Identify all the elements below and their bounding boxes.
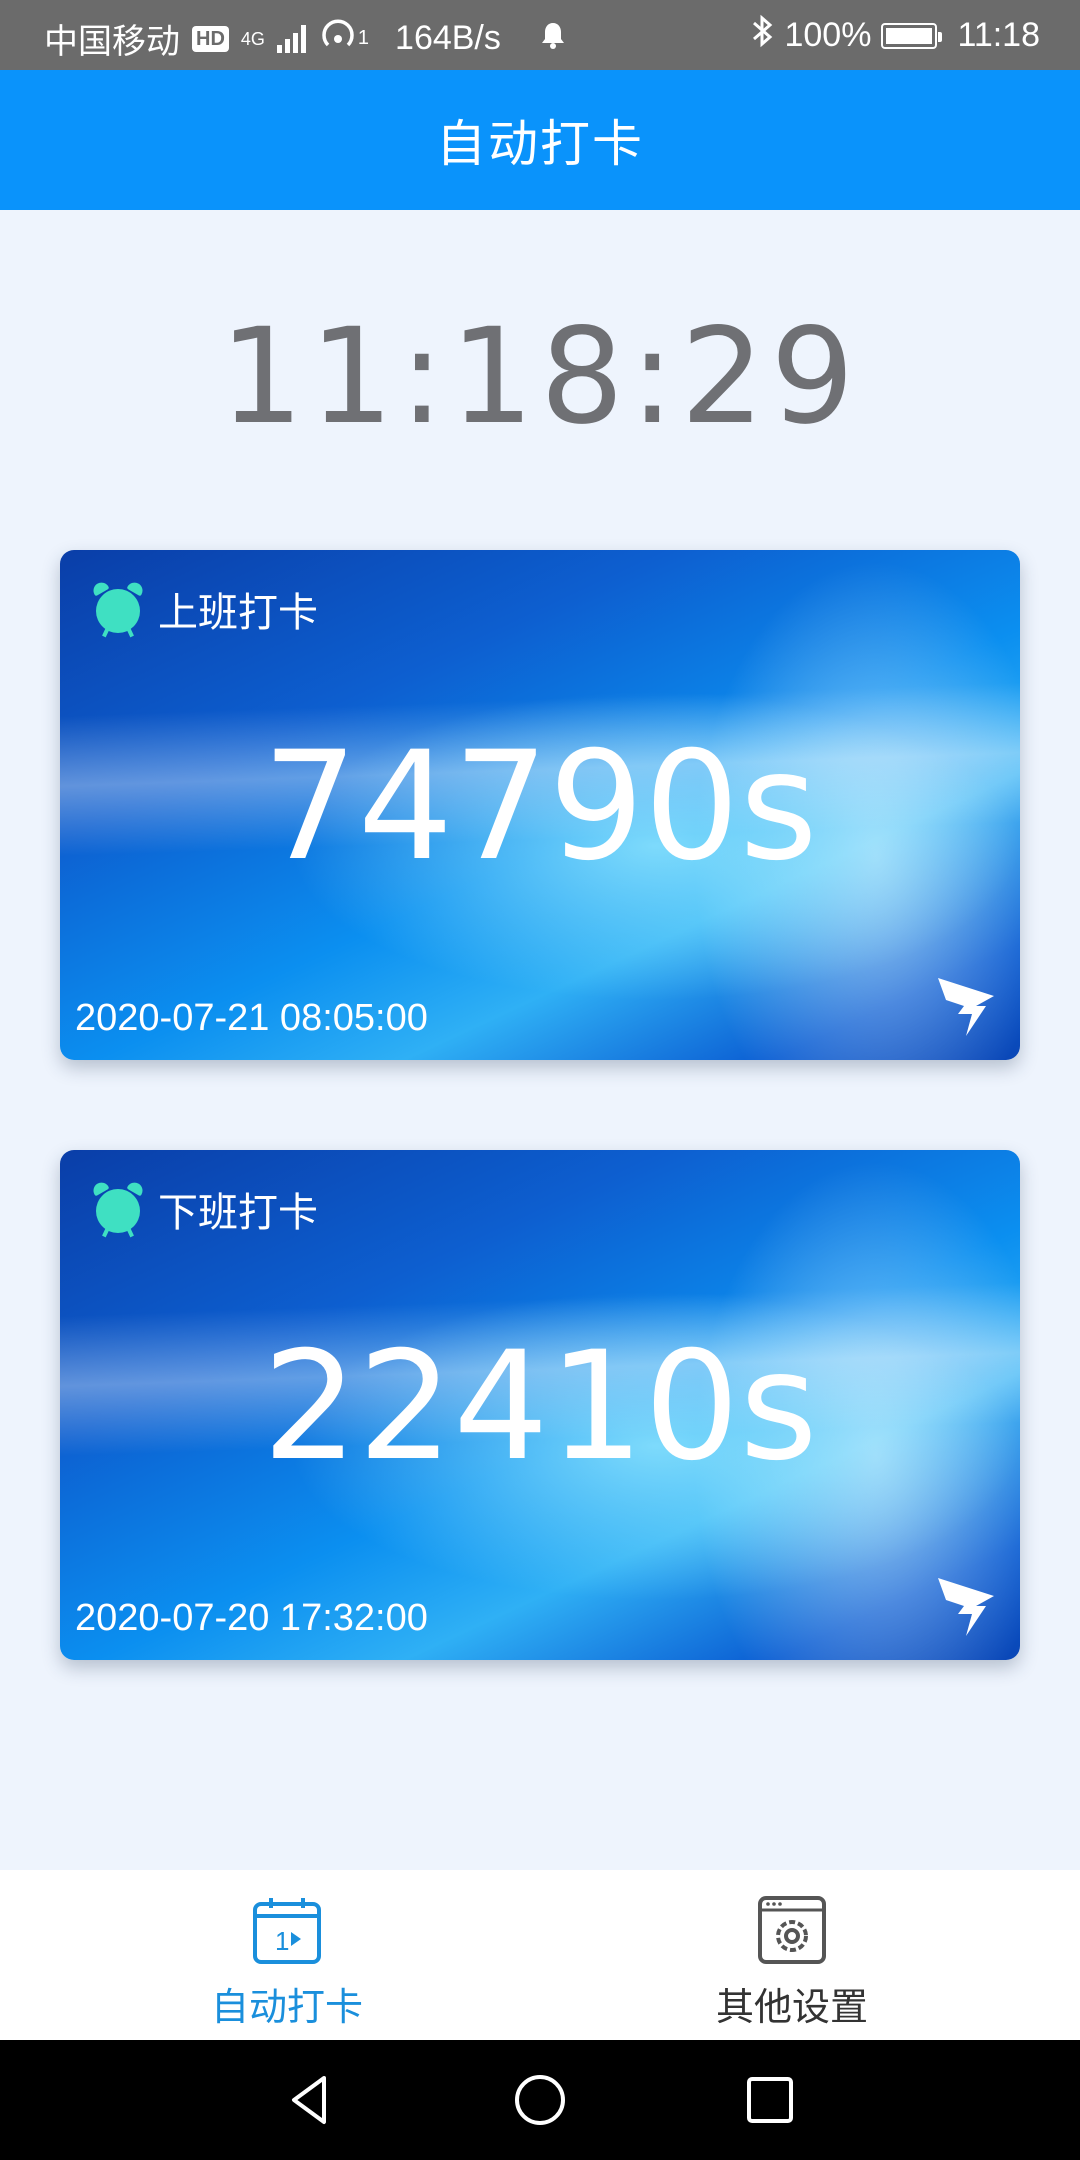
bell-icon: [541, 19, 565, 58]
dingtalk-logo-icon: [938, 1578, 994, 1636]
hotspot-icon: [318, 17, 358, 60]
scheduled-datetime: 2020-07-21 08:05:00: [75, 997, 428, 1039]
countdown-seconds: 74790s: [262, 720, 818, 894]
bottom-nav: 1 自动打卡 其他设置: [0, 1870, 1080, 2040]
alarm-clock-icon: [90, 1179, 146, 1238]
calendar-icon: 1: [253, 1898, 321, 1964]
home-icon[interactable]: [510, 2070, 570, 2130]
clock-out-card[interactable]: 下班打卡 22410s 2020-07-20 17:32:00: [60, 1150, 1020, 1660]
system-nav-bar: [0, 2040, 1080, 2160]
carrier-name: 中国移动: [44, 23, 180, 61]
countdown-seconds: 22410s: [262, 1320, 818, 1494]
current-time-clock: 11:18:29: [219, 300, 861, 454]
card-label: 上班打卡: [158, 591, 318, 635]
tab-label: 自动打卡: [210, 1987, 363, 2029]
back-icon[interactable]: [280, 2070, 340, 2130]
recents-icon[interactable]: [740, 2070, 800, 2130]
signal-icon: [276, 24, 306, 53]
network-type: 4G: [240, 28, 265, 49]
app-bar: 自动打卡: [0, 70, 1080, 210]
status-bar: 中国移动 HD 4G 1 164B/s 100% 11:18: [0, 0, 1080, 70]
page-title: 自动打卡: [436, 116, 644, 172]
tab-other-settings[interactable]: 其他设置: [642, 1894, 942, 2031]
svg-text:1: 1: [275, 1926, 289, 1956]
settings-window-icon: [758, 1896, 826, 1964]
bluetooth-icon: [750, 14, 774, 57]
tab-label: 其他设置: [715, 1987, 868, 2029]
alarm-clock-icon: [90, 579, 146, 638]
clock-in-card[interactable]: 上班打卡 74790s 2020-07-21 08:05:00: [60, 550, 1020, 1060]
battery-percent: 100%: [784, 16, 872, 54]
battery-icon: [881, 22, 943, 49]
dingtalk-logo-icon: [938, 978, 994, 1036]
hd-badge: HD: [192, 25, 229, 52]
tab-auto-checkin[interactable]: 1 自动打卡: [137, 1894, 437, 2031]
card-label: 下班打卡: [158, 1191, 318, 1235]
network-speed: 164B/s: [395, 19, 501, 57]
status-time: 11:18: [957, 16, 1040, 54]
hotspot-count: 1: [357, 27, 370, 49]
scheduled-datetime: 2020-07-20 17:32:00: [75, 1597, 428, 1639]
